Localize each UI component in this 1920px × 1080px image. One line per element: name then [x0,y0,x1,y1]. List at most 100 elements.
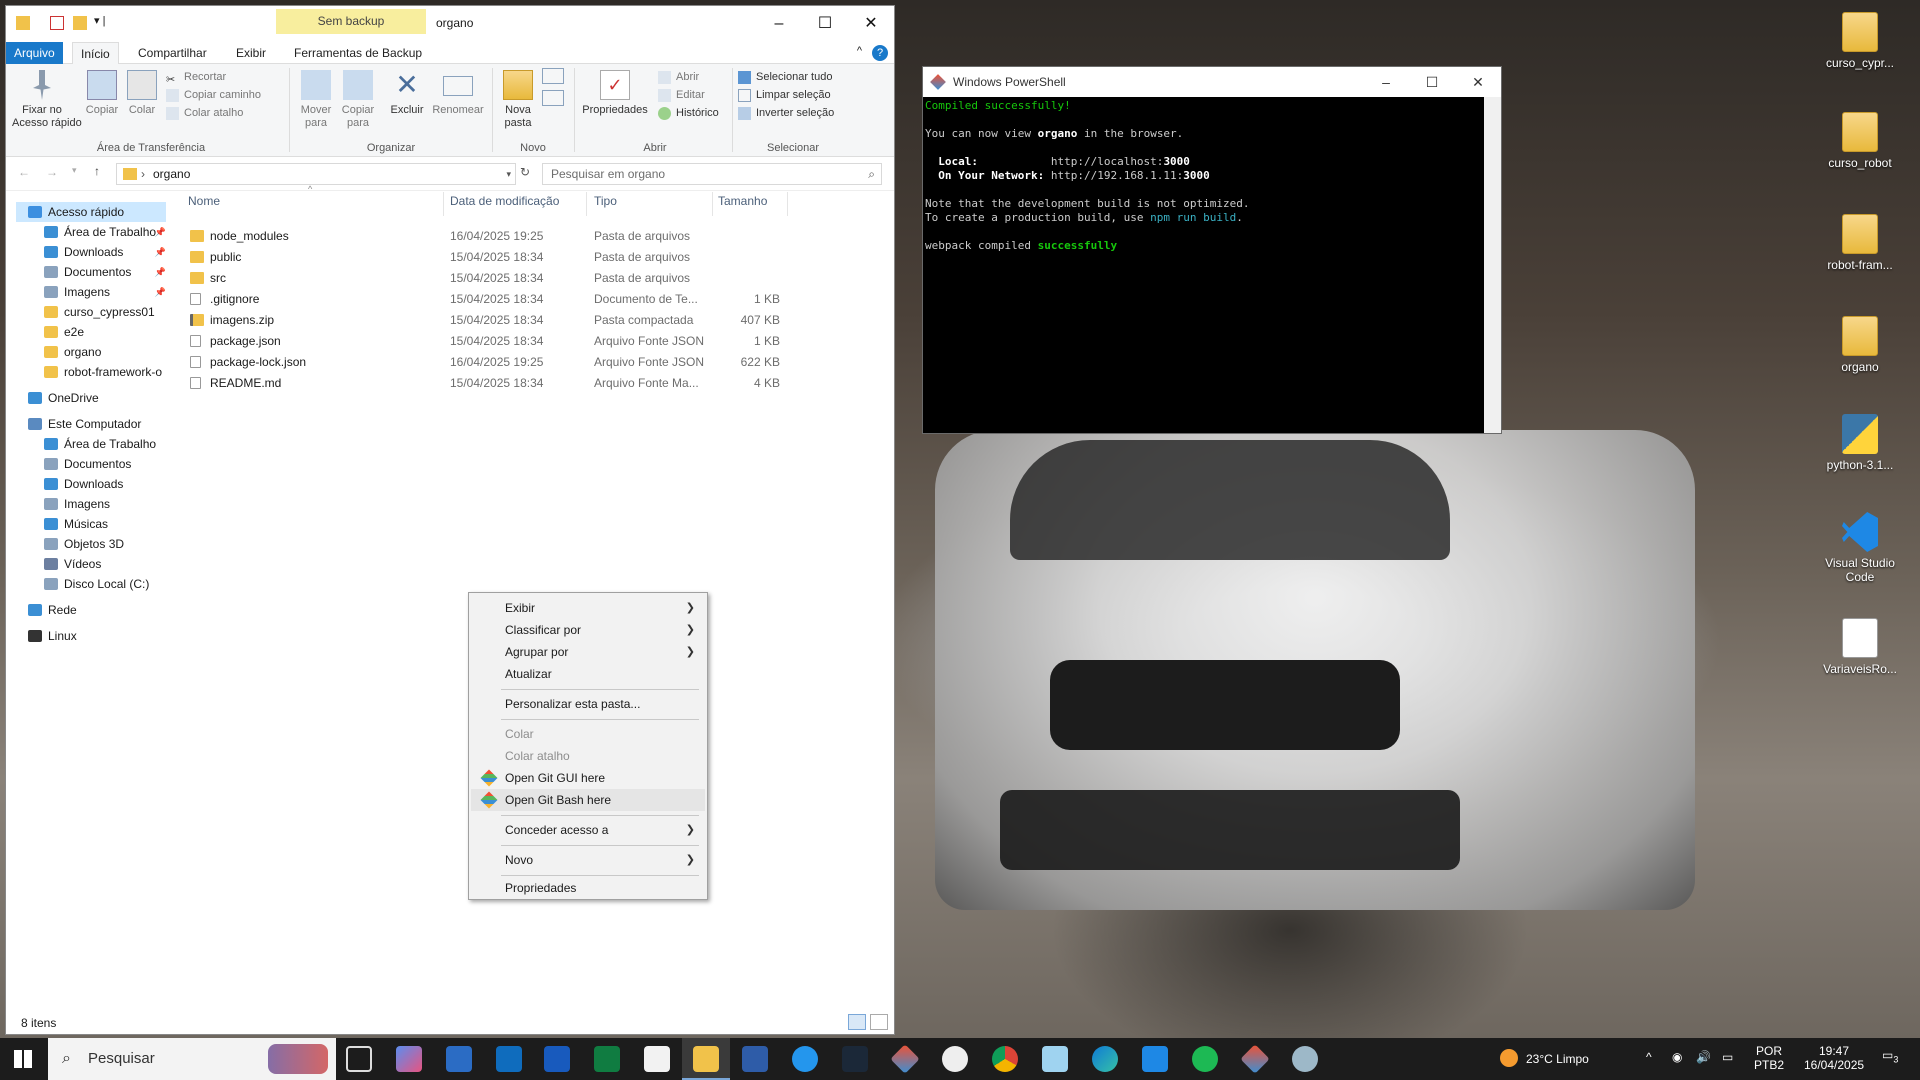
open-button[interactable]: Abrir [658,68,699,86]
copy-to-button[interactable]: Copiar para [338,70,378,130]
address-dropdown-icon[interactable]: ▾ [506,164,511,184]
git-bash-icon[interactable] [1240,1044,1270,1074]
properties-icon[interactable] [50,16,64,30]
refresh-icon[interactable]: ↻ [520,165,530,179]
pin-icon[interactable]: 📌 [155,262,166,282]
nav-item[interactable]: Linux [28,626,166,646]
menu-item-refresh[interactable]: Atualizar [471,663,705,685]
minimize-icon[interactable]: – [756,6,802,42]
new-item-icon[interactable] [542,68,564,84]
menu-item-git-bash[interactable]: Open Git Bash here [471,789,705,811]
devtoys-icon[interactable] [842,1046,868,1072]
nav-item[interactable]: Documentos [44,454,166,474]
docker-icon[interactable] [792,1046,818,1072]
search-input[interactable]: Pesquisar em organo ⌕ [542,163,882,185]
nav-item[interactable]: Downloads [44,474,166,494]
tab-exibir[interactable]: Exibir [228,42,274,64]
nav-item[interactable]: e2e [44,322,166,342]
nav-item[interactable]: Imagens [44,494,166,514]
outlook-icon[interactable] [496,1046,522,1072]
large-icons-view-icon[interactable] [870,1014,888,1030]
collapse-ribbon-icon[interactable]: ^ [857,45,862,57]
desktop-icon-robot-framework[interactable]: robot-fram... [1818,214,1902,272]
desktop-icon-curso-cypress[interactable]: curso_cypr... [1818,12,1902,70]
address-field[interactable]: › organo ▾ [116,163,516,185]
edit-button[interactable]: Editar [658,86,705,104]
menu-item-customize-folder[interactable]: Personalizar esta pasta... [471,693,705,715]
menu-item-paste-shortcut[interactable]: Colar atalho [471,745,705,767]
delete-button[interactable]: ✕ Excluir [386,70,428,117]
column-header-date[interactable]: Data de modificação [450,194,559,214]
nav-item[interactable]: curso_cypress01 [44,302,166,322]
menu-item-new[interactable]: Novo ❯ [471,849,705,871]
volume-icon[interactable]: 🔊 [1696,1050,1711,1064]
app-icon[interactable] [1292,1046,1318,1072]
nav-item[interactable]: Rede [28,600,166,620]
powershell-scrollbar[interactable] [1484,97,1501,433]
input-language[interactable]: POR PTB2 [1754,1044,1784,1072]
file-explorer-icon[interactable] [693,1046,719,1072]
quick-access-dropdown-icon[interactable]: ▾ | [94,14,105,27]
cut-button[interactable]: ✂ Recortar [166,68,226,86]
table-row[interactable]: node_modules 16/04/2025 19:25 Pasta de arq… [182,226,782,247]
invert-selection-button[interactable]: Inverter seleção [738,104,834,122]
nav-item[interactable]: OneDrive [28,388,166,408]
menu-item-give-access[interactable]: Conceder acesso a ❯ [471,819,705,841]
powershell-titlebar[interactable]: Windows PowerShell – ☐ ✕ [923,67,1501,97]
weather-icon[interactable] [1500,1049,1518,1067]
column-divider[interactable] [787,192,788,216]
menu-item-git-gui[interactable]: Open Git GUI here [471,767,705,789]
pin-quick-access-button[interactable]: Fixar no Acesso rápido [12,70,82,130]
forward-arrow-icon[interactable]: → [46,165,58,179]
weather-text[interactable]: 23°C Limpo [1526,1052,1589,1066]
nav-item[interactable]: Downloads 📌 [44,242,166,262]
nav-item[interactable]: Músicas [44,514,166,534]
menu-item-properties[interactable]: Propriedades [471,877,705,899]
explorer-titlebar[interactable]: ▾ | Sem backup organo – ☐ ✕ [6,6,894,42]
menu-item-paste[interactable]: Colar [471,723,705,745]
tab-inicio[interactable]: Início [72,42,119,64]
powershell-icon[interactable] [742,1046,768,1072]
nav-item[interactable]: robot-framework-o [44,362,166,382]
nav-item[interactable]: Objetos 3D [44,534,166,554]
nav-item[interactable]: Vídeos [44,554,166,574]
menu-item-view[interactable]: Exibir ❯ [471,597,705,619]
nav-item[interactable]: Imagens 📌 [44,282,166,302]
notepad-icon[interactable] [644,1046,670,1072]
paste-button[interactable]: Colar [124,70,160,117]
nav-item[interactable]: Este Computador [28,414,166,434]
desktop-icon-curso-robot[interactable]: curso_robot [1818,112,1902,170]
edge-icon[interactable] [1092,1046,1118,1072]
file-explorer-window[interactable]: ▾ | Sem backup organo – ☐ ✕ Arquivo Iníc… [5,5,895,1035]
network-icon[interactable]: ▭ [1722,1050,1733,1064]
task-view-icon[interactable] [346,1046,372,1072]
tab-ferramentas-backup[interactable]: Ferramentas de Backup [286,42,430,64]
excel-icon[interactable] [594,1046,620,1072]
nav-item[interactable]: organo [44,342,166,362]
close-icon[interactable]: ✕ [1455,67,1501,97]
back-arrow-icon[interactable]: ← [18,165,30,179]
microsoft-store-icon[interactable] [446,1046,472,1072]
close-icon[interactable]: ✕ [848,6,894,42]
desktop-icon-vscode[interactable]: Visual Studio Code [1818,512,1902,584]
snipping-tool-icon[interactable] [1042,1046,1068,1072]
windows-start-icon[interactable] [14,1050,32,1068]
new-folder-button[interactable]: Nova pasta [498,70,538,130]
help-icon[interactable]: ? [872,45,888,61]
pin-icon[interactable]: 📌 [155,282,166,302]
column-divider[interactable] [443,192,444,216]
rename-button[interactable]: Renomear [430,70,486,117]
select-all-button[interactable]: Selecionar tudo [738,68,832,86]
desktop-icon-variaveis[interactable]: VariaveisRo... [1818,618,1902,676]
chrome-icon[interactable] [992,1046,1018,1072]
minimize-icon[interactable]: – [1363,67,1409,97]
pin-icon[interactable]: 📌 [155,242,166,262]
easy-access-icon[interactable] [542,90,564,106]
table-row[interactable]: public 15/04/2025 18:34 Pasta de arquivos [182,247,782,268]
copy-button[interactable]: Copiar [82,70,122,117]
table-row[interactable]: imagens.zip 15/04/2025 18:34 Pasta compact… [182,310,782,331]
column-header-type[interactable]: Tipo [594,194,617,214]
tab-arquivo[interactable]: Arquivo [6,42,63,64]
table-row[interactable]: package.json 15/04/2025 18:34 Arquivo Font… [182,331,782,352]
menu-item-group-by[interactable]: Agrupar por ❯ [471,641,705,663]
